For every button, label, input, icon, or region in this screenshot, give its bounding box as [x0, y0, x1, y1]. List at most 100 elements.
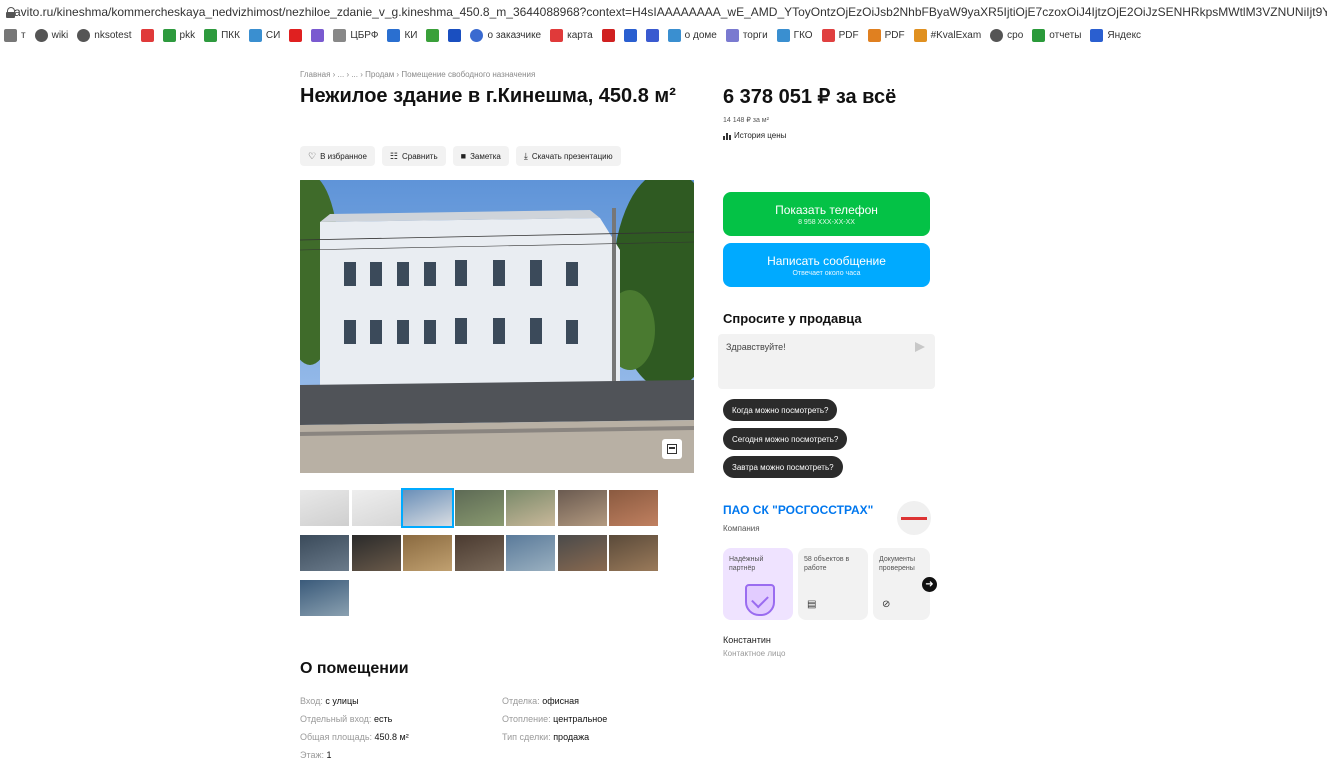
badge-objects-in-work[interactable]: 58 объектов в работе ▤ — [798, 548, 868, 620]
red-app-icon — [140, 28, 154, 42]
bookmark-item[interactable]: PDF — [867, 28, 905, 42]
bookmark-item[interactable]: pkk — [162, 28, 195, 42]
photo-thumbnail[interactable] — [300, 535, 349, 571]
bookmark-item[interactable] — [426, 28, 440, 42]
photo-thumbnail[interactable] — [351, 490, 401, 526]
app-icon — [725, 28, 739, 42]
seller-type: Компания — [723, 524, 760, 533]
map-icon — [204, 28, 218, 42]
photo-thumbnail[interactable] — [401, 488, 454, 528]
compare-button[interactable]: ☷ Сравнить — [381, 146, 446, 166]
photo-thumbnail[interactable] — [557, 535, 607, 571]
company-logo[interactable] — [897, 501, 931, 535]
photo-thumbnail[interactable] — [351, 535, 401, 571]
price-total: 6 378 051 ₽ за всё — [723, 86, 897, 108]
map-pin-icon — [550, 28, 564, 42]
write-message-button[interactable]: Написать сообщение Отвечает около часа — [723, 243, 930, 287]
note-icon: ■ — [460, 151, 467, 161]
bookmark-item[interactable]: о заказчике — [470, 28, 541, 42]
price-history-link[interactable]: История цены — [723, 131, 786, 140]
arrow-right-icon[interactable]: ➜ — [922, 577, 937, 592]
badge-reliable-partner[interactable]: Надёжный партнёр — [723, 548, 793, 620]
photo-thumbnail[interactable] — [609, 535, 658, 571]
app-icon — [601, 28, 615, 42]
home-icon — [667, 28, 681, 42]
app-icon — [426, 28, 440, 42]
bookmark-item[interactable]: о доме — [667, 28, 717, 42]
bookmark-item[interactable] — [140, 28, 154, 42]
about-section-title: О помещении — [300, 660, 409, 677]
address-bar[interactable]: avito.ru/kineshma/kommercheskaya_nedvizh… — [0, 0, 1327, 24]
company-logo-mark — [901, 516, 927, 520]
photo-thumbnail[interactable] — [609, 490, 658, 526]
bookmark-item[interactable]: т — [4, 28, 26, 42]
bookmark-item[interactable]: ЦБРФ — [333, 28, 378, 42]
bookmark-item[interactable]: сро — [990, 28, 1023, 42]
bank-icon — [333, 28, 347, 42]
param-total-area: Общая площадь: 450.8 м² — [300, 732, 409, 742]
photo-thumbnail[interactable] — [300, 580, 349, 616]
quick-question-when[interactable]: Когда можно посмотреть? — [723, 399, 838, 421]
bar-chart-icon — [723, 132, 731, 140]
quick-question-tomorrow[interactable]: Завтра можно посмотреть? — [723, 456, 843, 478]
photo-thumbnail[interactable] — [403, 535, 452, 571]
app-icon — [1032, 28, 1046, 42]
bookmark-item[interactable]: wiki — [34, 28, 68, 42]
bookmark-item[interactable]: nksotest — [77, 28, 132, 42]
bookmark-item[interactable]: торги — [725, 28, 768, 42]
ask-seller-box[interactable]: Здравствуйте! — [718, 334, 935, 389]
main-photo[interactable] — [300, 180, 694, 473]
bookmark-item[interactable] — [448, 28, 462, 42]
globe-icon — [77, 28, 91, 42]
bookmark-item[interactable]: Яндекс — [1090, 28, 1141, 42]
bookmark-item[interactable] — [289, 28, 303, 42]
photo-thumbnail[interactable] — [454, 490, 504, 526]
star-icon — [289, 28, 303, 42]
quick-question-today[interactable]: Сегодня можно посмотреть? — [723, 428, 848, 450]
send-icon[interactable] — [915, 342, 925, 352]
pdf-icon — [821, 28, 835, 42]
compare-icon: ☷ — [389, 150, 398, 161]
photo-thumbnail[interactable] — [506, 535, 555, 571]
note-button[interactable]: ■ Заметка — [452, 146, 509, 166]
show-phone-button[interactable]: Показать телефон 8 958 XXX-XX-XX — [723, 192, 930, 236]
photo-thumbnail[interactable] — [300, 490, 349, 526]
bookmark-item[interactable]: #KvalExam — [913, 28, 981, 42]
bookmark-item[interactable] — [311, 28, 325, 42]
page-title: Нежилое здание в г.Кинешма, 450.8 м² — [300, 85, 676, 107]
listing-actions: ♡ В избранное ☷ Сравнить ■ Заметка ⤓ Ска… — [300, 146, 621, 166]
download-icon: ⤓ — [523, 150, 528, 161]
download-presentation-button[interactable]: ⤓ Скачать презентацию — [515, 146, 621, 166]
bookmark-item[interactable]: PDF — [821, 28, 859, 42]
bookmark-item[interactable]: ГКО — [776, 28, 813, 42]
param-separate-entrance: Отдельный вход: есть — [300, 714, 393, 724]
breadcrumb[interactable]: Главная › ... › ... › Продам › Помещение… — [300, 70, 535, 79]
bookmark-icon — [4, 28, 17, 42]
photo-thumbnail[interactable] — [454, 535, 504, 571]
bookmark-item[interactable]: отчеты — [1032, 28, 1081, 42]
bookmark-item[interactable] — [645, 28, 659, 42]
message-input[interactable]: Здравствуйте! — [726, 342, 786, 352]
bookmark-item[interactable]: ПКК — [204, 28, 240, 42]
bookmark-item[interactable]: карта — [550, 28, 593, 42]
check-circle-icon: ⊘ — [882, 599, 891, 610]
building-photo — [300, 180, 694, 473]
bookmark-item[interactable] — [623, 28, 637, 42]
app-icon — [623, 28, 637, 42]
bookmark-item[interactable] — [601, 28, 615, 42]
bookmark-item[interactable]: КИ — [387, 28, 417, 42]
favorite-button[interactable]: ♡ В избранное — [300, 146, 375, 166]
app-icon — [448, 28, 462, 42]
seller-company-link[interactable]: ПАО СК "РОСГОССТРАХ" — [723, 503, 873, 517]
url-text[interactable]: avito.ru/kineshma/kommercheskaya_nedvizh… — [14, 5, 1327, 19]
photo-thumbnail[interactable] — [557, 490, 607, 526]
param-heating: Отопление: центральное — [502, 714, 608, 724]
contact-name: Константин — [723, 635, 771, 645]
fullscreen-gallery-button[interactable] — [662, 439, 682, 459]
bookmarks-bar: т wiki nksotest pkk ПКК СИ ЦБРФ КИ о заказчике ка… — [0, 24, 1327, 46]
pdf-icon — [867, 28, 881, 42]
map-icon — [162, 28, 176, 42]
app-icon — [913, 28, 927, 42]
bookmark-item[interactable]: СИ — [248, 28, 280, 42]
photo-thumbnail[interactable] — [506, 490, 555, 526]
